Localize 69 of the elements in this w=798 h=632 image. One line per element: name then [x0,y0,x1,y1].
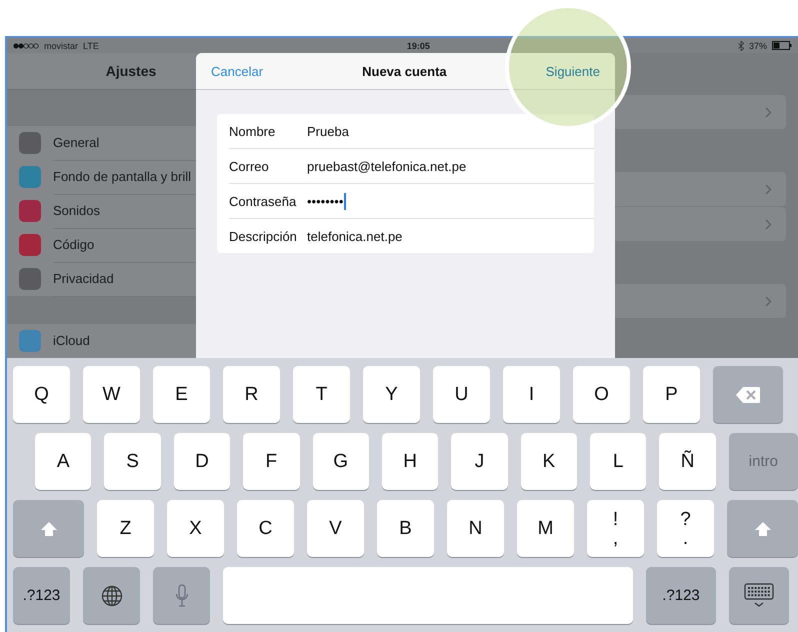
key[interactable]: Q [13,366,70,423]
key[interactable]: L [590,433,646,490]
chevron-icon [765,296,772,306]
key[interactable]: N [447,500,504,557]
key[interactable]: ? . [657,500,714,557]
microphone-key[interactable] [153,567,210,624]
input-field[interactable]: pruebast@telefonica.net.pe [307,158,470,174]
key[interactable]: R [223,366,280,423]
numbers-key[interactable]: .?123 [646,567,716,624]
hide-keyboard-key[interactable] [729,567,789,624]
key[interactable]: K [520,433,577,490]
chevron-icon [765,106,772,118]
bluetooth-icon [738,40,744,50]
key[interactable]: U [433,366,490,423]
key[interactable]: X [167,500,224,557]
key[interactable]: D [174,433,230,490]
shift-key[interactable] [727,500,798,557]
field-label: Descripción [229,228,298,244]
input-field[interactable]: telefonica.net.pe [307,228,406,244]
backspace-icon [735,386,761,404]
network-type: LTE [83,40,99,50]
carrier-name: movistar [44,40,78,50]
key[interactable]: ! , [587,500,644,557]
field-label: Nombre [229,124,276,138]
key[interactable]: O [573,366,630,423]
shift-key[interactable] [13,500,84,557]
battery-icon [772,41,792,50]
field-label: Contraseña [229,194,298,208]
globe-icon [100,584,122,606]
key-label: , [612,528,618,548]
input-field[interactable]: Prueba [307,122,352,140]
key[interactable]: M [517,500,574,557]
key[interactable]: P [643,366,700,423]
clock-time: 19:05 [406,40,430,50]
key[interactable]: C [237,500,294,557]
key[interactable]: T [293,366,350,423]
dialog-title: Nueva cuenta [362,64,447,78]
key[interactable]: F [243,433,300,490]
key-label: ? [680,510,691,528]
key[interactable]: J [451,433,508,490]
key[interactable]: S [104,433,161,490]
key[interactable]: H [382,433,438,490]
key[interactable]: B [377,500,434,557]
key-label: . [682,528,688,548]
key[interactable]: G [312,433,369,490]
field-label: Correo [229,158,270,174]
backspace-key[interactable] [713,366,783,423]
shift-icon [40,520,58,538]
key[interactable]: E [153,366,210,423]
next-button[interactable]: Siguiente [546,64,600,78]
chevron-icon [765,184,772,194]
shift-icon [754,520,772,538]
numbers-key[interactable]: .?123 [13,567,70,624]
battery-percent: 37% [748,40,767,50]
key[interactable]: A [35,433,92,490]
key[interactable]: I [503,366,560,423]
key[interactable]: Ñ [659,433,716,490]
microphone-icon [174,584,188,608]
key-label: ! [612,510,618,528]
keyboard-icon [744,582,774,608]
key[interactable]: V [307,500,364,557]
key[interactable]: Y [363,366,420,423]
settings-title: Ajustes [106,63,156,79]
chevron-icon [765,218,772,230]
input-field[interactable]: •••••••• [307,192,346,210]
key[interactable]: Z [97,500,154,557]
key[interactable]: W [83,366,140,423]
globe-key[interactable] [83,567,140,624]
signal-icon [13,42,39,48]
